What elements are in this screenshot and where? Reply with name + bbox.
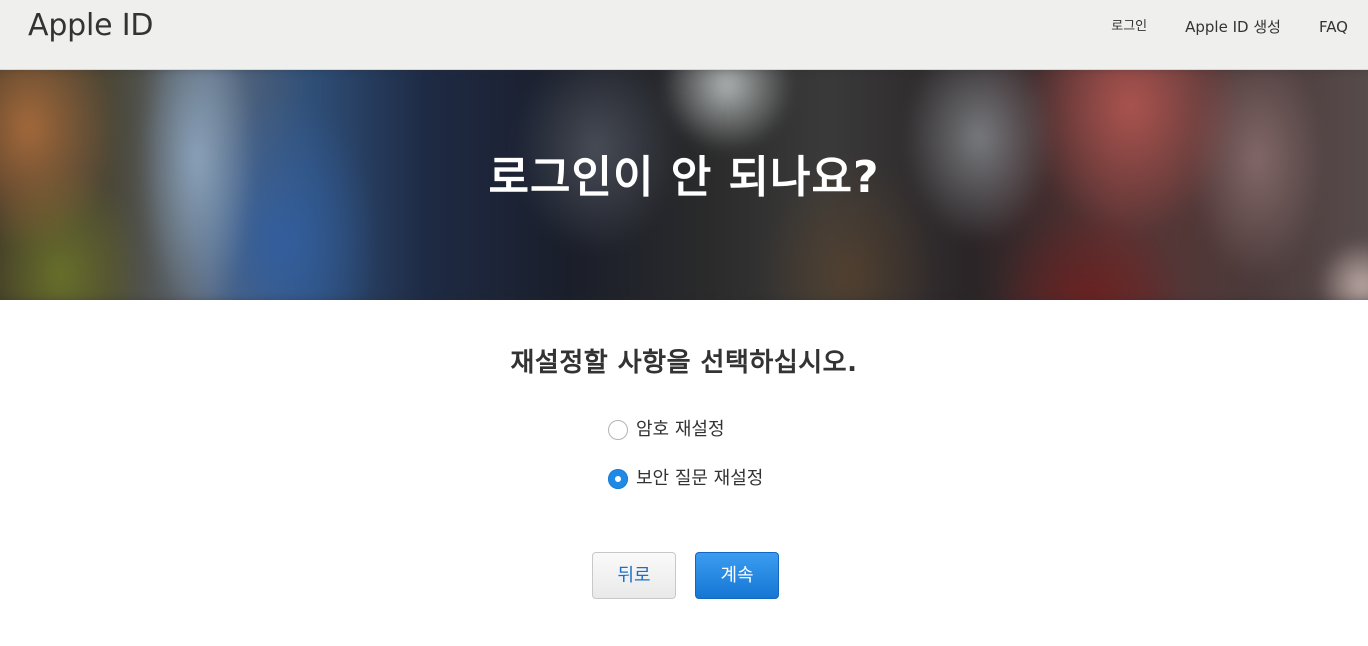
hero-banner: 로그인이 안 되나요? bbox=[0, 70, 1368, 300]
nav-faq-link[interactable]: FAQ bbox=[1319, 16, 1348, 38]
option-reset-security-questions[interactable]: 보안 질문 재설정 bbox=[608, 465, 763, 493]
apple-id-logo[interactable]: Apple ID bbox=[28, 8, 153, 44]
top-navigation-bar: Apple ID 로그인 Apple ID 생성 FAQ bbox=[0, 0, 1368, 70]
page-title: 로그인이 안 되나요? bbox=[488, 152, 880, 203]
option-label-reset-security-questions[interactable]: 보안 질문 재설정 bbox=[636, 466, 763, 492]
reset-choice-heading: 재설정할 사항을 선택하십시오. bbox=[510, 348, 858, 378]
radio-reset-password[interactable] bbox=[608, 420, 628, 440]
reset-options-radio-group: 암호 재설정 보안 질문 재설정 bbox=[608, 416, 763, 514]
back-button[interactable]: 뒤로 bbox=[592, 552, 676, 599]
option-label-reset-password[interactable]: 암호 재설정 bbox=[636, 417, 725, 443]
nav-create-apple-id-link[interactable]: Apple ID 생성 bbox=[1185, 16, 1281, 38]
header-nav: 로그인 Apple ID 생성 FAQ bbox=[1073, 16, 1348, 38]
option-reset-password[interactable]: 암호 재설정 bbox=[608, 416, 763, 444]
continue-button[interactable]: 계속 bbox=[695, 552, 779, 599]
nav-sign-in-link[interactable]: 로그인 bbox=[1111, 16, 1147, 38]
radio-reset-security-questions[interactable] bbox=[608, 469, 628, 489]
